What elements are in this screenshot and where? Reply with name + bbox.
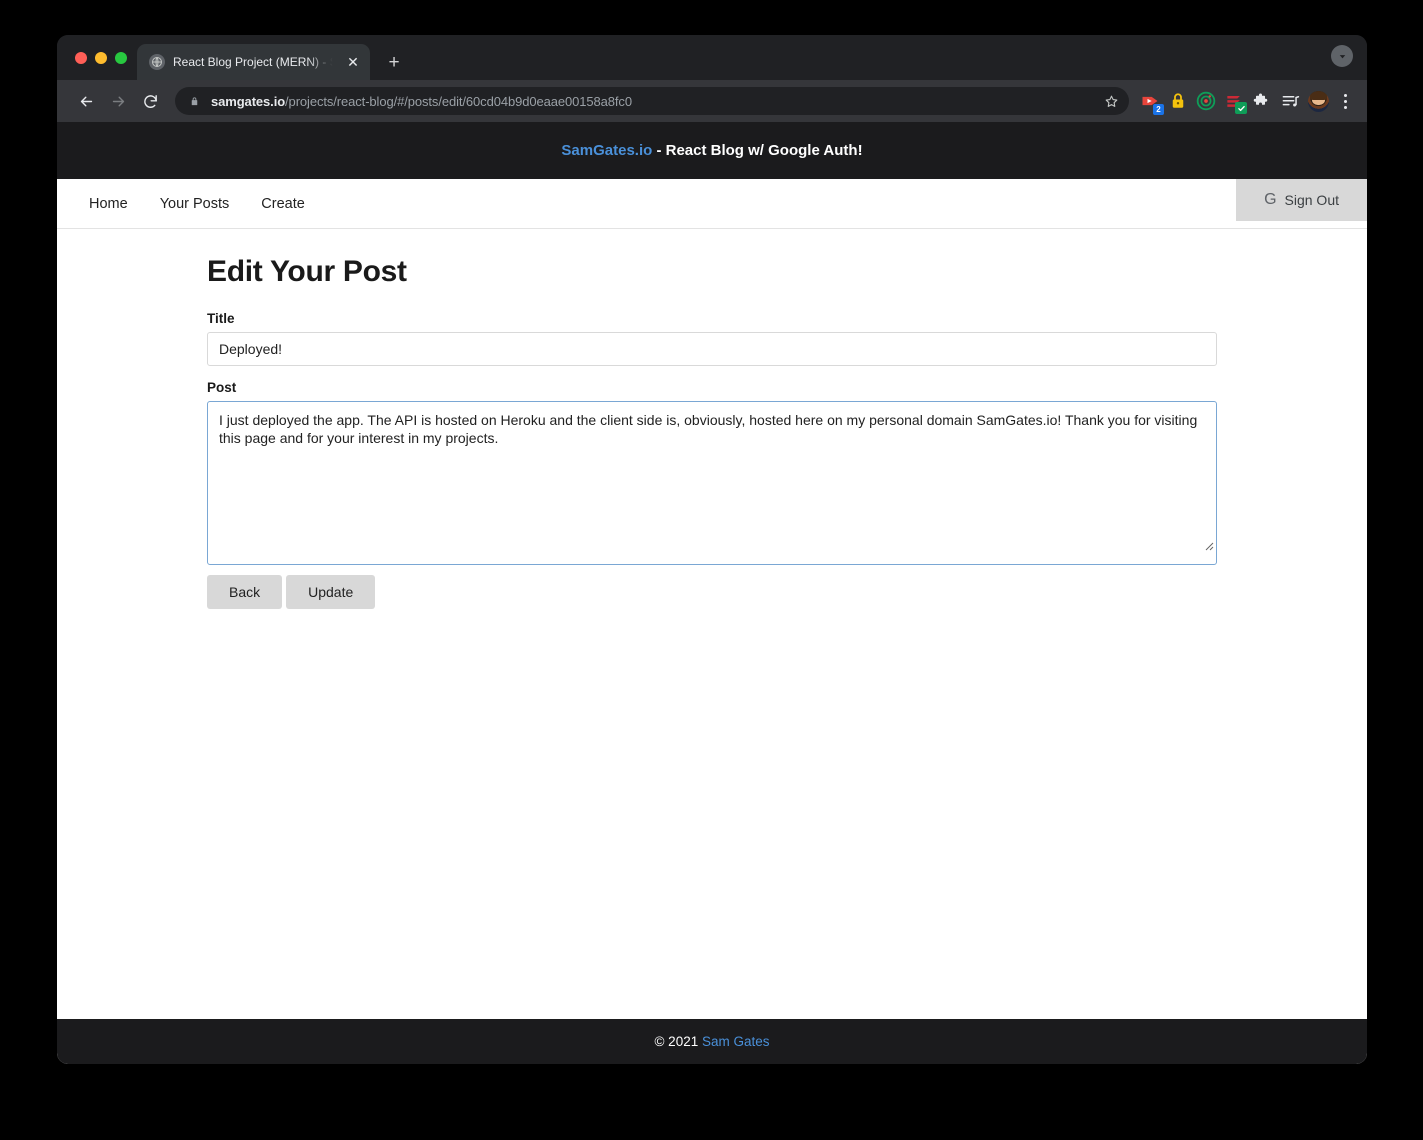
main-content: Edit Your Post Title Post Back Update — [57, 229, 1367, 1019]
post-textarea[interactable] — [207, 401, 1217, 565]
forward-icon — [103, 86, 133, 116]
playlist-queue-icon[interactable] — [1279, 90, 1301, 112]
title-input[interactable] — [207, 332, 1217, 366]
brand-name: SamGates.io — [561, 142, 653, 159]
avatar[interactable] — [1307, 90, 1329, 112]
footer-copyright: © 2021 Sam Gates — [654, 1034, 769, 1049]
browser-menu-icon[interactable] — [1335, 90, 1355, 112]
minimize-window-button[interactable] — [95, 51, 107, 64]
browser-tab[interactable]: React Blog Project (MERN) - SamGates.io … — [137, 44, 370, 80]
nav-item-create[interactable]: Create — [245, 179, 321, 229]
title-field-label: Title — [207, 311, 235, 326]
address-bar[interactable]: samgates.io/projects/react-blog/#/posts/… — [175, 87, 1129, 115]
sign-out-button[interactable]: G Sign Out — [1236, 179, 1367, 221]
extension-badge-count: 2 — [1153, 104, 1164, 115]
browser-toolbar: samgates.io/projects/react-blog/#/posts/… — [57, 80, 1367, 122]
maximize-window-button[interactable] — [115, 51, 127, 64]
post-field-label: Post — [207, 380, 237, 395]
url-text: samgates.io/projects/react-blog/#/posts/… — [211, 94, 1117, 109]
bookmark-star-icon[interactable] — [1101, 91, 1121, 111]
form-button-row: Back Update — [207, 575, 1217, 609]
tab-title: React Blog Project (MERN) - SamGates.io — [173, 55, 336, 69]
google-g-icon: G — [1264, 191, 1277, 208]
reload-icon[interactable] — [135, 86, 165, 116]
close-window-button[interactable] — [75, 51, 87, 64]
page-title: Edit Your Post — [207, 255, 407, 288]
back-button[interactable]: Back — [207, 575, 283, 609]
web-page: SamGates.io - React Blog w/ Google Auth!… — [57, 122, 1367, 1064]
browser-window: React Blog Project (MERN) - SamGates.io … — [57, 35, 1367, 1064]
site-header: SamGates.io - React Blog w/ Google Auth! — [57, 122, 1367, 179]
new-tab-button[interactable]: + — [380, 48, 408, 76]
target-extension-icon[interactable] — [1195, 90, 1217, 112]
url-domain: samgates.io — [211, 93, 286, 109]
tab-search-chevron-down-icon[interactable] — [1331, 45, 1353, 67]
extensions-puzzle-icon[interactable] — [1251, 90, 1273, 112]
update-button[interactable]: Update — [286, 575, 376, 609]
site-brand-title: SamGates.io - React Blog w/ Google Auth! — [561, 142, 862, 159]
extension-tray: 2 — [1139, 90, 1355, 115]
window-traffic-lights — [67, 35, 137, 80]
site-navbar: Home Your Posts Create G Sign Out — [57, 179, 1367, 229]
brand-tagline: - React Blog w/ Google Auth! — [652, 142, 863, 159]
verified-check-icon — [1235, 102, 1247, 114]
tab-strip: React Blog Project (MERN) - SamGates.io … — [57, 35, 1367, 80]
padlock-extension-icon[interactable] — [1167, 90, 1189, 112]
footer-author-link[interactable]: Sam Gates — [702, 1034, 770, 1049]
nav-item-home[interactable]: Home — [73, 179, 144, 229]
video-downloader-icon[interactable]: 2 — [1139, 90, 1164, 115]
close-tab-icon[interactable]: ✕ — [344, 53, 362, 71]
lock-icon — [189, 95, 200, 108]
password-manager-icon[interactable] — [1223, 90, 1247, 114]
site-footer: © 2021 Sam Gates — [57, 1019, 1367, 1064]
back-icon[interactable] — [71, 86, 101, 116]
globe-favicon-icon — [149, 54, 165, 70]
sign-out-label: Sign Out — [1284, 192, 1339, 208]
url-path: /projects/react-blog/#/posts/edit/60cd04… — [285, 93, 632, 109]
nav-item-your-posts[interactable]: Your Posts — [144, 179, 246, 229]
copyright-text: © 2021 — [654, 1034, 702, 1049]
